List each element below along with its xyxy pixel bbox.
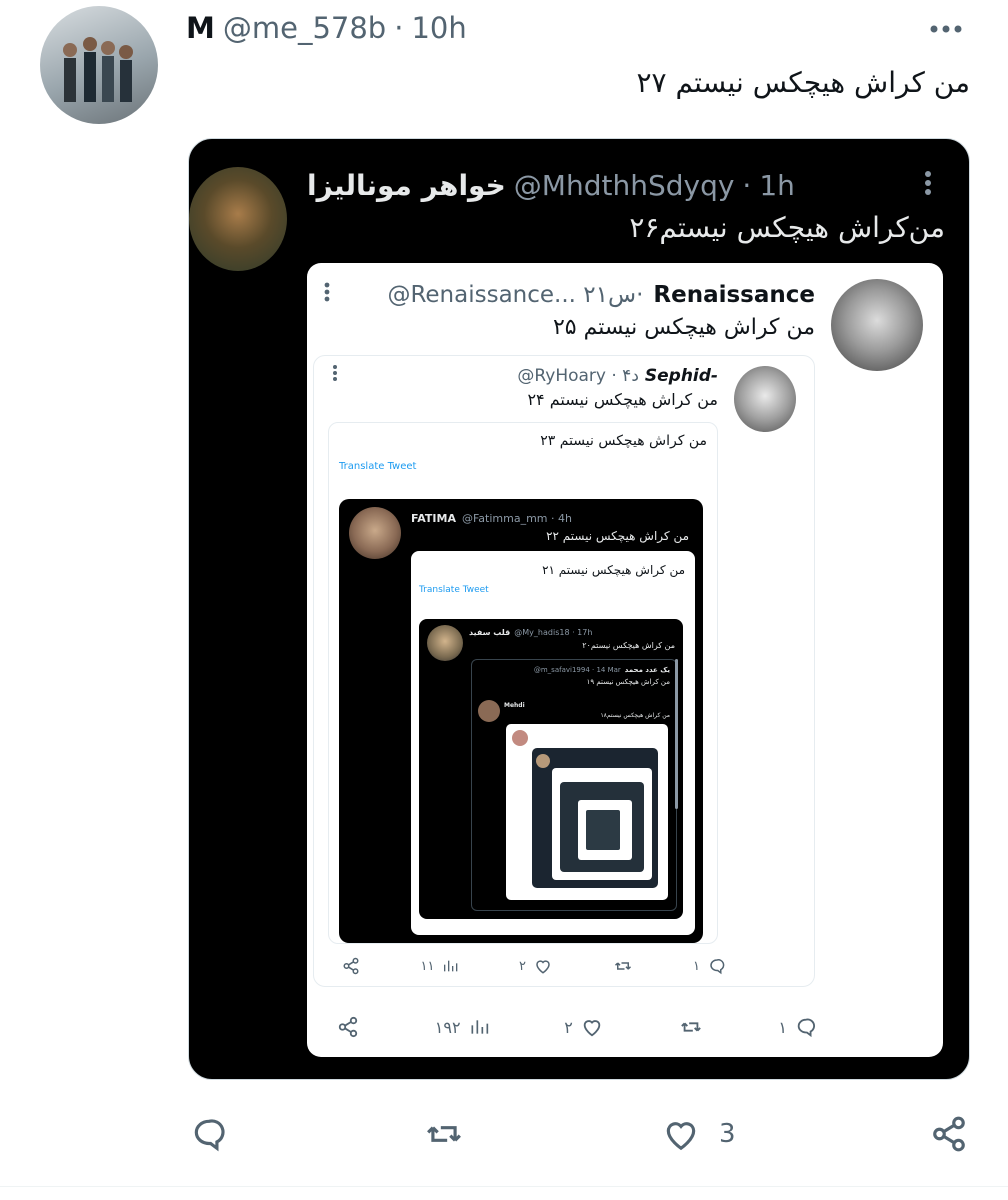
views-icon <box>471 1020 488 1034</box>
nested-text: من کراش هیچکس نیستم ۲۳ <box>540 433 707 449</box>
nested-handle-time[interactable]: @m_safavi1994 · 14 Mar <box>534 666 621 674</box>
nested-display-name[interactable]: Sephid- <box>645 366 718 386</box>
nested-display-name[interactable]: Renaissance <box>653 282 815 308</box>
nested-quote-card[interactable] <box>506 724 668 900</box>
nested-display-name[interactable]: Mehdi <box>504 702 525 709</box>
share-button[interactable] <box>342 957 360 975</box>
nested-quote-card[interactable]: من کراش هیچکس نیستم ۲۱ Translate Tweet ق… <box>411 551 695 935</box>
reply-button[interactable]: ۱ <box>693 957 726 975</box>
retweet-button[interactable] <box>679 1016 703 1038</box>
nested-avatar[interactable] <box>831 279 923 371</box>
scrollbar[interactable] <box>675 659 678 809</box>
nested-quote-card[interactable] <box>578 800 632 860</box>
nested-more-icon[interactable] <box>323 281 331 303</box>
nested-display-name[interactable]: قلب سفید <box>469 628 510 637</box>
nested-more-icon[interactable] <box>332 364 338 382</box>
replies-count: ۱ <box>778 1017 787 1037</box>
nested-text: من کراش هیچکس نیستم ۲۴ <box>527 390 718 409</box>
reply-icon <box>194 1119 225 1152</box>
nested-quote-card[interactable] <box>586 810 620 850</box>
nested-display-name[interactable]: یک عدد محمد <box>625 666 670 674</box>
heart-icon <box>666 1122 696 1151</box>
nested-avatar <box>512 730 528 746</box>
nested-text: من کراش هیچکس نیستم۲۰ <box>582 641 675 650</box>
views-button[interactable]: ۱۹۲ <box>435 1017 489 1037</box>
retweet-icon <box>614 962 631 970</box>
nested-quote-card[interactable]: من کراش هیچکس نیستم ۲۳ Translate Tweet F… <box>328 422 718 944</box>
views-count: ۱۹۲ <box>434 1017 461 1037</box>
share-button[interactable] <box>337 1016 359 1038</box>
views-count: ۱۱ <box>420 958 435 974</box>
avatar[interactable] <box>40 6 158 124</box>
more-options-icon[interactable] <box>928 22 964 36</box>
nested-avatar[interactable] <box>478 700 500 722</box>
retweet-button[interactable] <box>422 1115 466 1153</box>
nested-text: من کراش هیچکس نیستم۱۸ <box>600 712 670 719</box>
heart-icon <box>536 960 550 974</box>
quoted-display-name[interactable]: خواهر مونالیزا <box>307 169 506 202</box>
nested-avatar[interactable] <box>734 366 796 432</box>
share-icon <box>343 957 359 975</box>
share-icon <box>338 1016 358 1038</box>
nested-quote-card[interactable]: @m_safavi1994 · 14 Mar یک عدد محمد من کر… <box>471 659 677 911</box>
reply-icon <box>797 1018 815 1038</box>
retweet-icon <box>680 1022 701 1032</box>
translate-link[interactable]: Translate Tweet <box>339 461 416 472</box>
nested-quote-card[interactable] <box>532 748 658 888</box>
like-button[interactable]: ۲ <box>564 1016 603 1038</box>
nested-handle-time[interactable]: @Fatimma_mm · 4h <box>462 512 572 525</box>
share-icon <box>933 1116 965 1152</box>
nested-quote-card[interactable] <box>552 768 652 880</box>
separator-dot: · <box>394 11 404 45</box>
nested-avatar <box>536 754 550 768</box>
separator-dot: · <box>742 168 752 202</box>
author-handle[interactable]: @me_578b <box>223 11 386 45</box>
reply-button[interactable]: ۱ <box>778 1016 817 1038</box>
translate-link[interactable]: Translate Tweet <box>419 585 489 595</box>
quoted-avatar[interactable] <box>189 167 287 271</box>
nested-avatar[interactable] <box>349 507 401 559</box>
quoted-more-icon[interactable] <box>923 169 933 197</box>
views-icon <box>444 960 458 972</box>
nested-text: من کراش هیچکس نیستم ۲۵ <box>552 315 815 340</box>
like-button[interactable]: 3 <box>661 1115 736 1153</box>
tweet-time[interactable]: 10h <box>411 11 466 45</box>
quoted-text: من‌کراش هیچکس نیستم۲۶ <box>629 211 945 244</box>
like-button[interactable]: ۲ <box>519 957 552 975</box>
nested-text: من کراش هیچکس نیستم ۲۲ <box>546 529 689 543</box>
reply-button[interactable] <box>190 1115 228 1153</box>
nested-handle-time[interactable]: @RyHoary · ۴د <box>517 366 639 386</box>
share-button[interactable] <box>930 1115 968 1153</box>
likes-count: ۲ <box>564 1017 573 1037</box>
replies-count: ۱ <box>693 958 700 974</box>
nested-quote-card[interactable]: FATIMA @Fatimma_mm · 4h من کراش هیچکس نی… <box>339 499 703 943</box>
heart-icon <box>583 1020 601 1037</box>
likes-count: 3 <box>718 1119 736 1149</box>
reply-icon <box>710 959 725 975</box>
tweet-text: من کراش هیچکس نیستم ۲۷ <box>636 66 970 99</box>
nested-handle-time[interactable]: @My_hadis18 · 17h <box>514 628 592 637</box>
quoted-handle[interactable]: @MhdthhSdyqy <box>514 169 735 202</box>
likes-count: ۲ <box>519 958 526 974</box>
retweet-button[interactable] <box>613 957 633 975</box>
views-button[interactable]: ۱۱ <box>421 958 459 974</box>
nested-text: من کراش هیچکس نیستم ۲۱ <box>542 563 685 577</box>
quoted-time[interactable]: 1h <box>759 169 795 202</box>
divider <box>0 1186 1008 1187</box>
nested-display-name[interactable]: FATIMA <box>411 512 456 525</box>
nested-handle-time[interactable]: @Renaissance... ۲۱س· <box>387 282 643 308</box>
nested-quote-card[interactable]: @Renaissance... ۲۱س· Renaissance من کراش… <box>307 263 943 1057</box>
retweet-icon <box>427 1126 462 1142</box>
nested-quote-card[interactable]: قلب سفید @My_hadis18 · 17h من کراش هیچکس… <box>419 619 683 919</box>
author-name[interactable]: M <box>186 11 215 45</box>
nested-quote-card[interactable] <box>560 782 644 872</box>
nested-text: من کراش هیچکس نیستم ۱۹ <box>586 678 670 686</box>
nested-quote-card[interactable]: @RyHoary · ۴د Sephid- من کراش هیچکس نیست… <box>313 355 815 987</box>
quoted-tweet-card[interactable]: خواهر مونالیزا @MhdthhSdyqy · 1h من‌کراش… <box>188 138 970 1080</box>
nested-avatar[interactable] <box>427 625 463 661</box>
